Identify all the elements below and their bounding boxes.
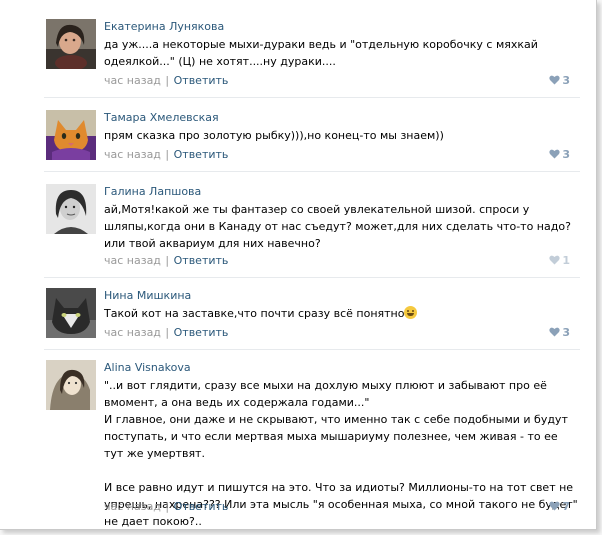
comment-divider	[44, 171, 580, 172]
meta-separator: |	[161, 326, 173, 339]
comments-panel: Екатерина Лунякова да уж....а некоторые …	[0, 0, 597, 530]
heart-icon	[549, 327, 560, 337]
meta-separator: |	[161, 148, 173, 161]
comment-paragraph: ай,Мотя!какой же ты фантазер со своей ув…	[104, 203, 571, 250]
comment-author[interactable]: Тамара Хмелевская	[104, 111, 580, 125]
comment-paragraph: прям сказка про золотую рыбку))),но коне…	[104, 129, 444, 142]
heart-icon	[549, 149, 560, 159]
comment-paragraph: Такой кот на заставке,что почти сразу вс…	[104, 305, 580, 322]
like-count: 7	[562, 500, 570, 513]
heart-icon	[549, 501, 560, 511]
laughing-emoji-icon	[404, 306, 418, 319]
comment-time[interactable]: час назад	[104, 148, 161, 161]
comment-meta: час назад | Ответить	[104, 254, 228, 268]
comment-meta: час назад | Ответить	[104, 500, 228, 514]
like-button[interactable]: 3	[549, 326, 570, 340]
comment-text: ай,Мотя!какой же ты фантазер со своей ув…	[104, 201, 580, 252]
avatar[interactable]	[46, 184, 96, 234]
comment-text: да уж....а некоторые мыхи-дураки ведь и …	[104, 36, 580, 70]
heart-icon	[549, 75, 560, 85]
like-button[interactable]: 3	[549, 74, 570, 88]
meta-separator: |	[161, 74, 173, 87]
reply-link[interactable]: Ответить	[174, 500, 229, 513]
avatar[interactable]	[46, 288, 96, 338]
comment-time[interactable]: час назад	[104, 326, 161, 339]
comment-time[interactable]: час назад	[104, 254, 161, 267]
comment-divider	[44, 349, 580, 350]
like-count: 3	[562, 148, 570, 161]
comment-meta: час назад | Ответить	[104, 326, 228, 340]
avatar[interactable]	[46, 110, 96, 160]
comment-divider	[44, 97, 580, 98]
reply-link[interactable]: Ответить	[174, 254, 229, 267]
avatar[interactable]	[46, 19, 96, 69]
like-count: 1	[562, 254, 570, 267]
comment-paragraph: И главное, они даже и не скрывают, что и…	[104, 413, 568, 460]
comment-divider	[44, 277, 580, 278]
comment-author[interactable]: Alina Visnakova	[104, 361, 580, 375]
avatar[interactable]	[46, 360, 96, 410]
comment-author[interactable]: Екатерина Лунякова	[104, 20, 580, 34]
like-button[interactable]: 3	[549, 148, 570, 162]
reply-link[interactable]: Ответить	[174, 326, 229, 339]
heart-icon	[549, 255, 560, 265]
like-count: 3	[562, 74, 570, 87]
comment-time[interactable]: час назад	[104, 500, 161, 513]
comment-paragraph: "..и вот глядити, сразу все мыхи на дохл…	[104, 379, 547, 409]
comment-text: прям сказка про золотую рыбку))),но коне…	[104, 127, 580, 144]
reply-link[interactable]: Ответить	[174, 148, 229, 161]
comment-time[interactable]: час назад	[104, 74, 161, 87]
reply-link[interactable]: Ответить	[174, 74, 229, 87]
like-count: 3	[562, 326, 570, 339]
comment-paragraph: да уж....а некоторые мыхи-дураки ведь и …	[104, 38, 538, 68]
meta-separator: |	[161, 500, 173, 513]
comment-author[interactable]: Нина Мишкина	[104, 289, 580, 303]
like-button[interactable]: 7	[549, 500, 570, 514]
meta-separator: |	[161, 254, 173, 267]
like-button[interactable]: 1	[549, 254, 570, 268]
comment-meta: час назад | Ответить	[104, 74, 228, 88]
comment-text: Такой кот на заставке,что почти сразу вс…	[104, 305, 580, 322]
comment-paragraph-text: Такой кот на заставке,что почти сразу вс…	[104, 307, 405, 320]
comment-author[interactable]: Галина Лапшова	[104, 185, 580, 199]
comment-meta: час назад | Ответить	[104, 148, 228, 162]
